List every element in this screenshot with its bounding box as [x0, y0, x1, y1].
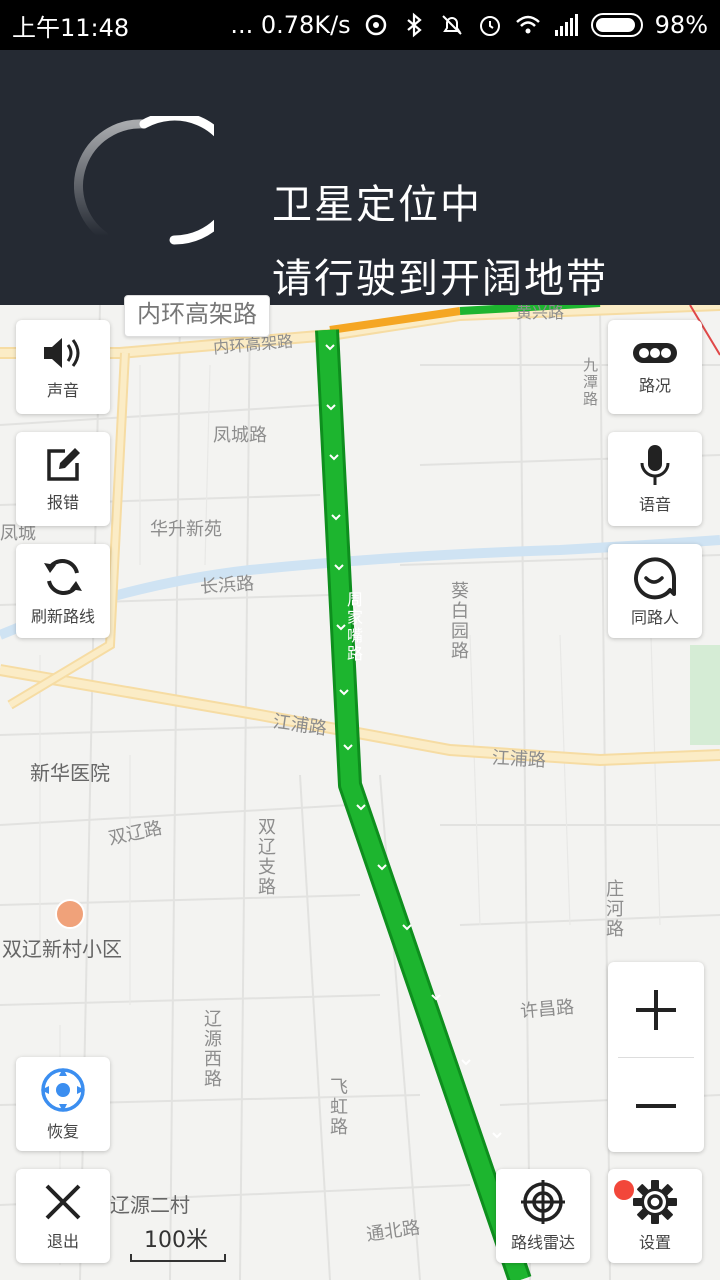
map-label-zhuanghe: 庄河路 — [603, 879, 624, 939]
exit-label: 退出 — [46, 1232, 79, 1251]
map-scale-label: 100米 — [144, 1228, 208, 1253]
gps-status-hint: 请行驶到开阔地带 — [272, 256, 608, 302]
speaker-icon — [44, 338, 80, 368]
signal-icon — [554, 14, 578, 36]
map-label-xinhua: 新华医院 — [30, 761, 110, 785]
locate-compass-icon — [41, 1068, 85, 1112]
radar-crosshair-icon — [521, 1180, 565, 1224]
sound-label: 声音 — [46, 381, 79, 400]
current-road-tooltip: 内环高架路 — [124, 295, 270, 337]
status-time: 上午11:48 — [12, 13, 130, 42]
refresh-icon — [44, 558, 82, 596]
sync-icon — [365, 14, 386, 36]
mute-bell-icon — [441, 15, 462, 35]
route-radar-label: 路线雷达 — [510, 1233, 575, 1252]
map-label-huangxing: 黄兴路 — [516, 305, 565, 322]
zoom-control — [608, 962, 704, 1152]
route-radar-button[interactable]: 路线雷达 — [496, 1169, 590, 1263]
battery-percent: 98% — [654, 11, 708, 39]
minus-icon — [636, 1103, 676, 1108]
notification-badge — [614, 1180, 634, 1200]
voice-label: 语音 — [638, 495, 671, 514]
fellow-travelers-label: 同路人 — [630, 608, 679, 627]
gear-icon — [633, 1180, 677, 1224]
map-label-zhoujiazui: 周家嘴路 — [344, 591, 363, 663]
map-label-jiangpu2: 江浦路 — [491, 747, 547, 772]
map-label-liaoyuan2: 辽源二村 — [110, 1193, 190, 1217]
battery-icon — [590, 13, 643, 37]
zoom-in-button[interactable] — [608, 962, 704, 1057]
map-label-shuangliaoxincun: 双辽新村小区 — [2, 937, 122, 961]
map-label-kuibaiyuan: 葵白园路 — [448, 581, 469, 661]
map-label-fengcheng: 凤城路 — [213, 425, 267, 446]
close-icon — [45, 1184, 81, 1220]
restore-label: 恢复 — [46, 1122, 79, 1141]
report-error-label: 报错 — [46, 493, 79, 512]
network-speed: ... 0.78K/s — [230, 11, 351, 39]
microphone-icon — [640, 445, 670, 485]
map-label-feihong: 飞虹路 — [327, 1077, 348, 1137]
map-label-huasheng: 华升新苑 — [150, 519, 222, 540]
fellow-travelers-button[interactable]: 同路人 — [608, 544, 702, 638]
bluetooth-icon — [406, 12, 422, 38]
traffic-lights-icon — [633, 343, 677, 363]
alarm-icon — [479, 16, 500, 36]
sound-button[interactable]: 声音 — [16, 320, 110, 414]
map-label-jiutan: 九潭路 — [581, 357, 599, 408]
plus-icon — [636, 989, 676, 1030]
status-bar: 上午11:48 ... 0.78K/s 98% — [0, 0, 720, 50]
gps-status-title: 卫星定位中 — [272, 182, 482, 228]
traffic-button[interactable]: 路况 — [608, 320, 702, 414]
traffic-label: 路况 — [638, 376, 671, 395]
voice-button[interactable]: 语音 — [608, 432, 702, 526]
settings-label: 设置 — [638, 1233, 671, 1252]
hospital-poi-icon[interactable] — [55, 899, 85, 929]
refresh-route-label: 刷新路线 — [30, 607, 95, 626]
chat-smile-icon — [634, 557, 676, 600]
map-label-liaoyuanxi: 辽源西路 — [201, 1009, 222, 1089]
edit-icon — [47, 448, 80, 481]
map-label-xuchang: 许昌路 — [519, 996, 575, 1023]
exit-navigation-button[interactable]: 退出 — [16, 1169, 110, 1263]
report-error-button[interactable]: 报错 — [16, 432, 110, 526]
zoom-out-button[interactable] — [608, 1058, 704, 1153]
map-label-shuangliaozhi: 双辽支路 — [255, 817, 276, 897]
loading-spinner-icon — [74, 116, 214, 245]
restore-location-button[interactable]: 恢复 — [16, 1057, 110, 1151]
gps-locating-banner: 卫星定位中 请行驶到开阔地带 — [0, 50, 720, 305]
map-scale-bar — [130, 1254, 226, 1262]
wifi-icon — [515, 15, 540, 34]
map-label-changbin: 长浜路 — [199, 573, 255, 598]
refresh-route-button[interactable]: 刷新路线 — [16, 544, 110, 638]
